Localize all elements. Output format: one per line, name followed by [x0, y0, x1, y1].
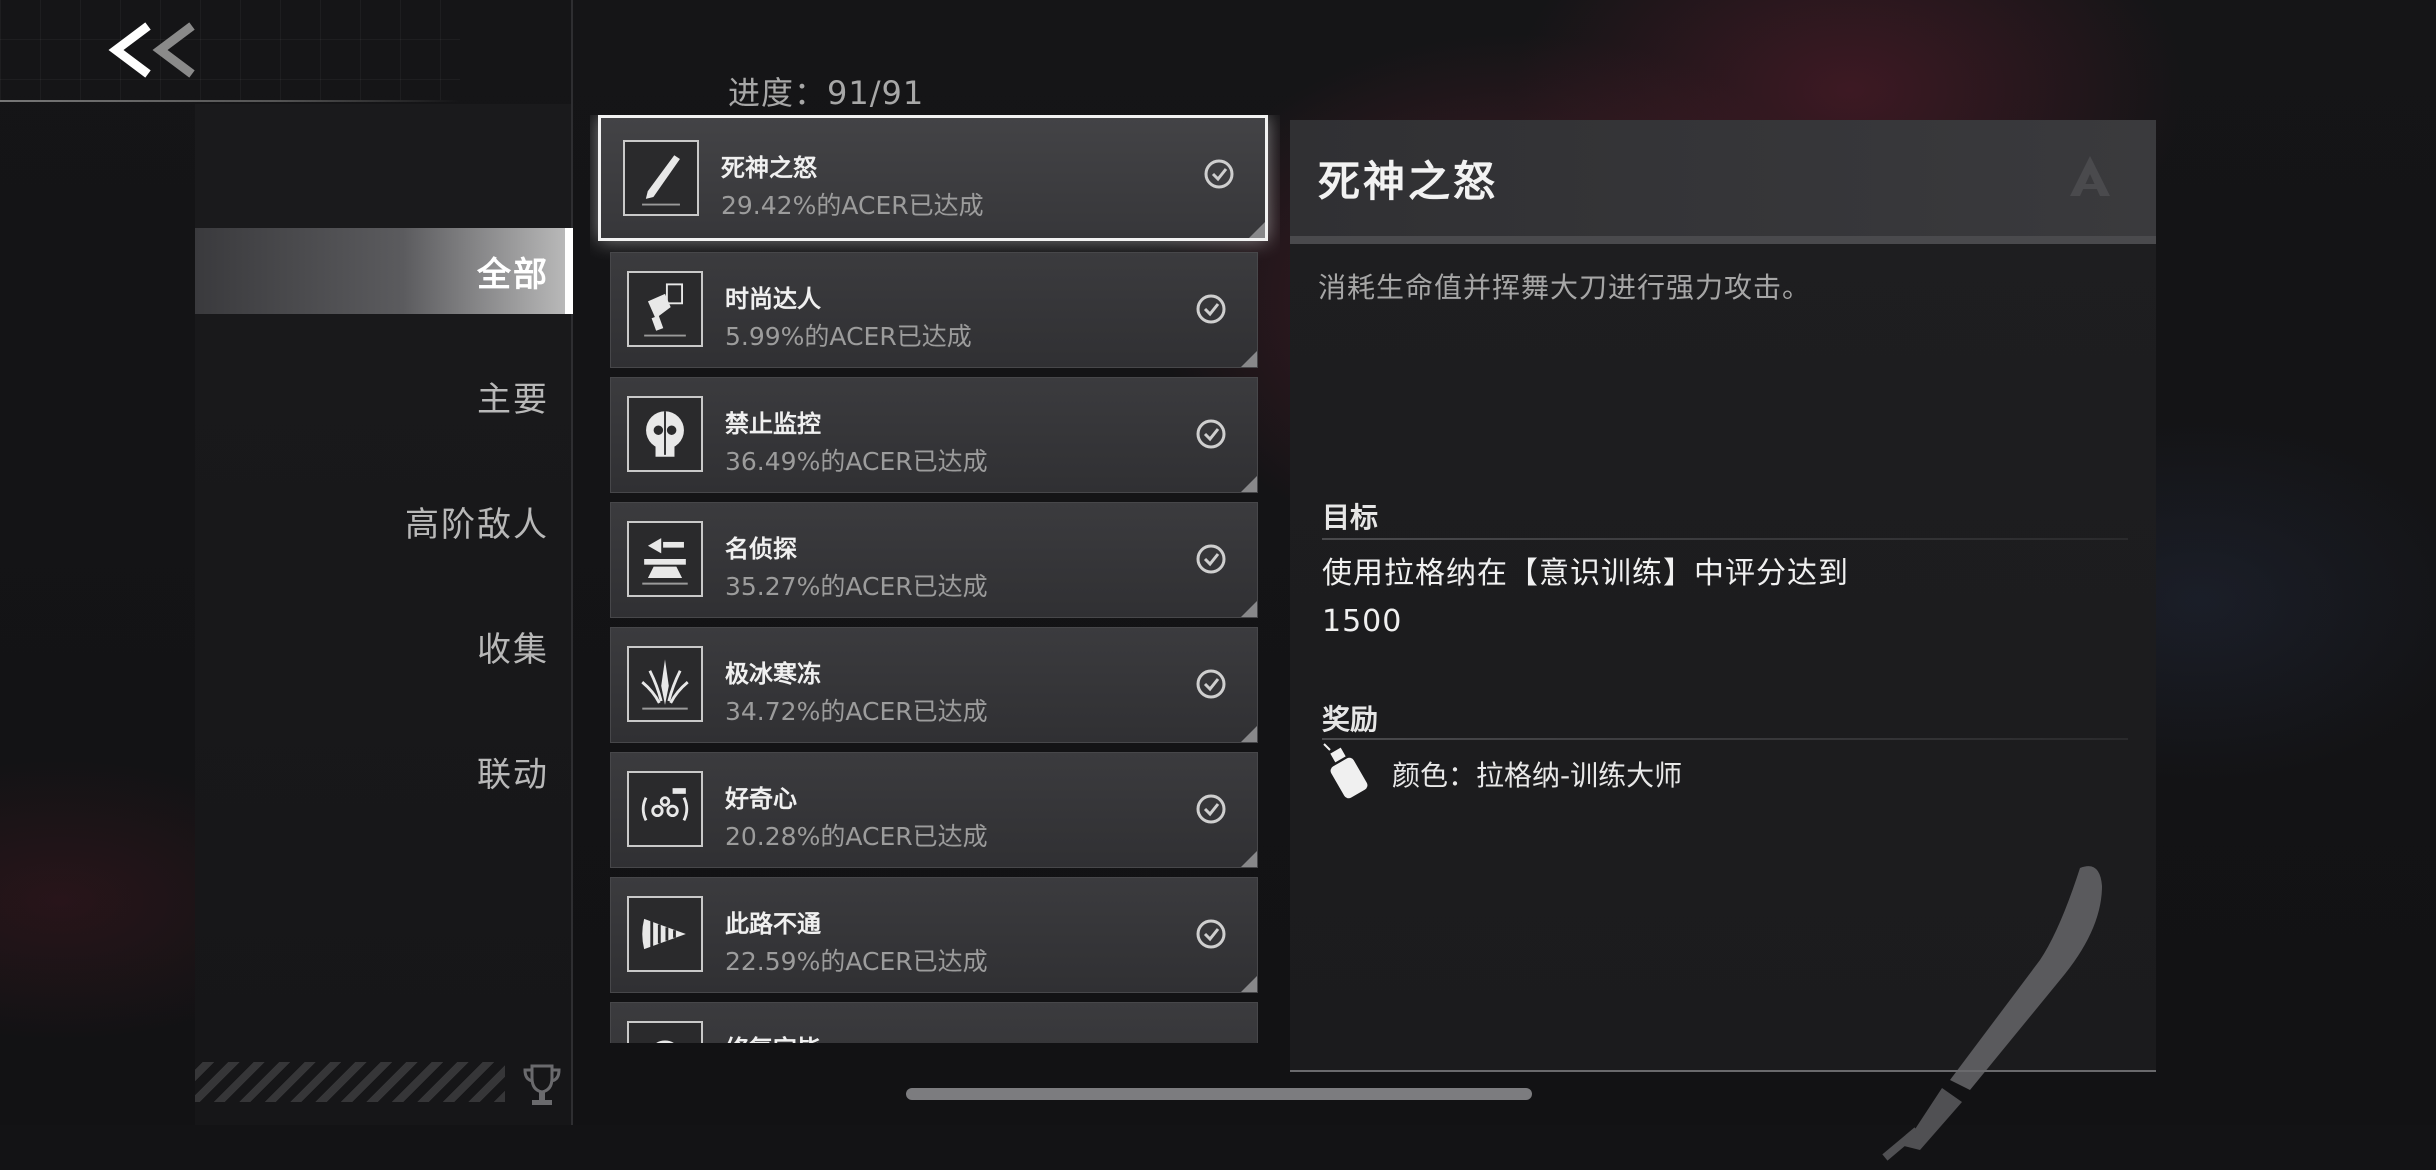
achievement-item[interactable]: 修复完毕 — [610, 1002, 1258, 1043]
check-circle-icon — [1196, 419, 1226, 449]
goal-heading: 目标 — [1322, 501, 1379, 534]
check-circle-icon — [1196, 544, 1226, 574]
goal-text: 使用拉格纳在【意识训练】中评分达到1500 — [1322, 556, 1849, 639]
achievement-item[interactable]: 时尚达人 5.99%的ACER已达成 — [610, 252, 1258, 368]
achievement-list[interactable]: 死神之怒 29.42%的ACER已达成 时尚达人 5.99%的ACER已达成 禁… — [590, 115, 1280, 1043]
progress-counter: 进度：91/91 — [728, 74, 925, 112]
achievement-item[interactable]: 死神之怒 29.42%的ACER已达成 — [598, 115, 1268, 241]
check-circle-icon — [1196, 794, 1226, 824]
check-circle-icon — [1196, 919, 1226, 949]
home-indicator[interactable] — [906, 1088, 1532, 1100]
achievement-rate: 34.72%的ACER已达成 — [725, 697, 988, 726]
achievement-title: 极冰寒冻 — [725, 660, 821, 688]
skull-icon — [627, 396, 703, 472]
reward-divider — [1322, 738, 2128, 740]
achievement-item[interactable]: 禁止监控 36.49%的ACER已达成 — [610, 377, 1258, 493]
sidebar-item-collection[interactable]: 收集 — [195, 603, 573, 689]
double-chevron-left-icon — [108, 22, 195, 78]
achievement-item[interactable]: 极冰寒冻 34.72%的ACER已达成 — [610, 627, 1258, 743]
curiosity-icon — [627, 771, 703, 847]
blade-illustration-icon — [1882, 866, 2102, 1161]
check-circle-icon — [1196, 294, 1226, 324]
sidebar-item-main[interactable]: 主要 — [195, 353, 573, 439]
achievement-rate: 5.99%的ACER已达成 — [725, 322, 972, 351]
trophy-icon — [523, 1064, 561, 1105]
achievement-title: 禁止监控 — [725, 410, 821, 438]
sidebar-item-elite-enemies[interactable]: 高阶敌人 — [195, 478, 573, 564]
active-marker — [565, 228, 573, 314]
achievement-rate: 36.49%的ACER已达成 — [725, 447, 988, 476]
ice-crystal-icon — [627, 646, 703, 722]
detail-title: 死神之怒 — [1318, 157, 1499, 206]
achievement-rate: 22.59%的ACER已达成 — [725, 947, 988, 976]
achievement-title: 名侦探 — [725, 535, 797, 563]
check-circle-icon — [1204, 159, 1234, 189]
game-logo-icon — [2070, 156, 2110, 196]
goal-divider — [1322, 538, 2128, 540]
sidebar-item-all[interactable]: 全部 — [195, 228, 573, 314]
reward-text: 颜色：拉格纳-训练大师 — [1392, 759, 1683, 792]
detail-bottom-line — [1290, 1070, 2156, 1072]
achievement-rate: 20.28%的ACER已达成 — [725, 822, 988, 851]
achievement-rate: 29.42%的ACER已达成 — [721, 191, 984, 220]
achievement-item[interactable]: 此路不通 22.59%的ACER已达成 — [610, 877, 1258, 993]
blade-icon — [623, 140, 699, 216]
achievement-title: 好奇心 — [725, 785, 797, 813]
header-divider — [0, 100, 460, 102]
achievement-title: 时尚达人 — [725, 285, 821, 313]
sidebar-item-collab[interactable]: 联动 — [195, 728, 573, 814]
decorative-stripes — [195, 1062, 505, 1102]
achievement-detail-panel: 死神之怒 消耗生命值并挥舞大刀进行强力攻击。 目标 使用拉格纳在【意识训练】中评… — [1290, 120, 2156, 1161]
reward-heading: 奖励 — [1322, 703, 1379, 736]
drill-icon — [627, 896, 703, 972]
repair-icon — [627, 1021, 703, 1043]
achievement-item[interactable]: 好奇心 20.28%的ACER已达成 — [610, 752, 1258, 868]
detail-header: 死神之怒 — [1290, 120, 2156, 244]
achievement-title: 此路不通 — [725, 910, 821, 938]
detail-description: 消耗生命值并挥舞大刀进行强力攻击。 — [1318, 271, 1812, 304]
achievement-title: 死神之怒 — [721, 154, 817, 182]
paint-spray-icon — [1323, 743, 1368, 799]
achievement-rate: 35.27%的ACER已达成 — [725, 572, 988, 601]
paint-brush-icon — [627, 271, 703, 347]
achievement-title: 修复完毕 — [725, 1029, 821, 1043]
back-button[interactable] — [0, 0, 460, 100]
achievement-item[interactable]: 名侦探 35.27%的ACER已达成 — [610, 502, 1258, 618]
check-circle-icon — [1196, 669, 1226, 699]
detective-icon — [627, 521, 703, 597]
